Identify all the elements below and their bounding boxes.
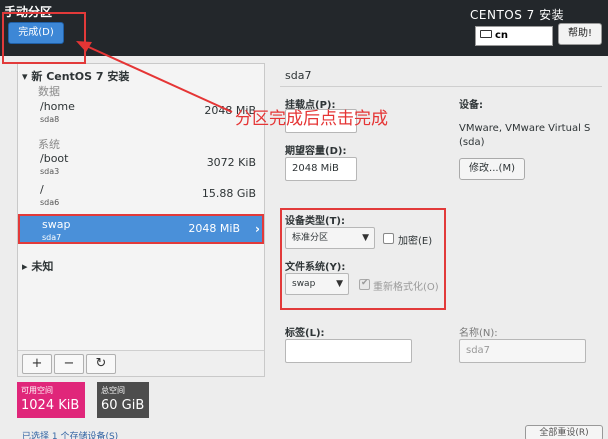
refresh-button[interactable]: ↻ — [86, 354, 116, 374]
total-space-label: 总空间 — [101, 386, 125, 395]
keyboard-layout-indicator[interactable]: cn — [475, 26, 553, 46]
divider — [280, 86, 602, 87]
highlight-device-type-box — [280, 208, 446, 310]
total-space-value: 60 GiB — [101, 398, 145, 413]
reset-all-button[interactable]: 全部重设(R) — [525, 425, 603, 439]
partition-name: /home — [40, 100, 75, 113]
tag-input[interactable] — [285, 339, 412, 363]
device-value: VMware, VMware Virtual S (sda) — [459, 123, 591, 148]
keyboard-layout-label: cn — [495, 30, 509, 41]
install-group-title[interactable]: ▾ 新 CentOS 7 安装 — [22, 68, 129, 84]
partition-name: swap — [42, 218, 71, 231]
data-section-label: 数据 — [38, 85, 60, 98]
partition-size: 2048 MiB — [188, 222, 240, 235]
unknown-group-label: 未知 — [31, 260, 54, 273]
partition-device: sda7 — [42, 233, 62, 242]
name-input[interactable]: sda7 — [459, 339, 586, 363]
modify-device-button[interactable]: 修改...(M) — [459, 158, 525, 180]
highlight-done-box — [2, 12, 86, 64]
partition-item-swap[interactable]: swap sda7 2048 MiB › — [18, 214, 264, 244]
partition-device: sda3 — [40, 167, 60, 176]
partition-device: sda6 — [40, 198, 60, 207]
partition-name: /boot — [40, 152, 69, 165]
storage-devices-link[interactable]: 已选择 1 个存储设备(S) — [22, 429, 118, 439]
capacity-label: 期望容量(D): — [285, 146, 347, 157]
keyboard-icon — [480, 30, 492, 38]
product-title: CENTOS 7 安装 — [470, 8, 565, 22]
partition-item-root[interactable]: / sda6 15.88 GiB — [18, 181, 264, 211]
header-bar: 手动分区 完成(D) CENTOS 7 安装 cn 帮助! — [0, 0, 608, 56]
name-label: 名称(N): — [459, 328, 498, 339]
total-space-badge: 总空间 60 GiB — [97, 382, 149, 418]
install-group-label: 新 CentOS 7 安装 — [31, 70, 130, 83]
expand-triangle-icon: ▸ — [22, 260, 32, 273]
partition-device: sda8 — [40, 115, 60, 124]
device-label: 设备: — [459, 100, 483, 111]
unknown-group-title[interactable]: ▸ 未知 — [22, 258, 53, 274]
chevron-right-icon: › — [255, 222, 260, 236]
partition-size: 15.88 GiB — [201, 187, 256, 200]
capacity-input[interactable]: 2048 MiB — [285, 157, 357, 181]
partition-item-home[interactable]: /home sda8 2048 MiB — [18, 98, 264, 128]
remove-partition-button[interactable]: − — [54, 354, 84, 374]
tag-label: 标签(L): — [285, 328, 325, 339]
available-space-badge: 可用空间 1024 KiB — [17, 382, 85, 418]
add-partition-button[interactable]: + — [22, 354, 52, 374]
partition-size: 3072 KiB — [206, 156, 256, 169]
available-space-value: 1024 KiB — [21, 398, 80, 413]
annotation-text: 分区完成后点击完成 — [235, 109, 388, 129]
partition-list-panel: ▾ 新 CentOS 7 安装 数据 /home sda8 2048 MiB 系… — [17, 63, 265, 377]
partition-detail-title: sda7 — [285, 69, 312, 82]
partition-item-boot[interactable]: /boot sda3 3072 KiB — [18, 150, 264, 180]
partition-name: / — [40, 183, 44, 196]
partition-toolbar: + − ↻ — [18, 350, 264, 376]
help-button[interactable]: 帮助! — [558, 23, 602, 45]
available-space-label: 可用空间 — [21, 386, 53, 395]
collapse-triangle-icon: ▾ — [22, 70, 32, 83]
